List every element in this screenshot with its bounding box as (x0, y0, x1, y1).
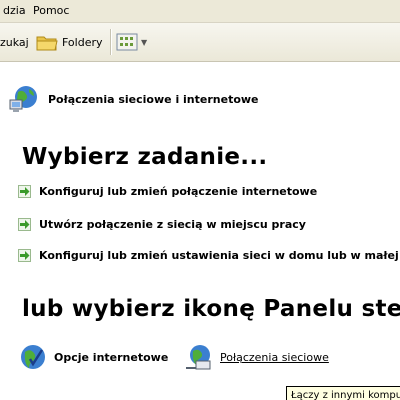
folders-button[interactable]: Foldery (36, 23, 103, 61)
green-arrow-icon (18, 249, 31, 262)
cp-item-label: Połączenia sieciowe (220, 350, 329, 364)
views-button[interactable]: ▼ (116, 23, 147, 61)
task-link-home-network[interactable]: Konfiguruj lub zmień ustawienia sieci w … (18, 249, 400, 262)
search-label: zukaj (0, 35, 29, 49)
task-pane-content: Połączenia sieciowe i internetowe Wybier… (0, 62, 400, 400)
menu-bar: dzia Pomoc (0, 0, 400, 23)
views-icon (116, 33, 138, 51)
category-title: Połączenia sieciowe i internetowe (48, 92, 259, 106)
control-panel-heading: lub wybierz ikonę Panelu sterowania (22, 296, 400, 322)
green-arrow-icon (18, 185, 31, 198)
task-label: Konfiguruj lub zmień połączenie internet… (39, 185, 318, 198)
cp-item-network-connections[interactable]: Połączenia sieciowe (184, 343, 329, 371)
chevron-down-icon: ▼ (141, 37, 148, 47)
category-header: Połączenia sieciowe i internetowe (8, 84, 259, 114)
menu-item-tools[interactable]: dzia (0, 0, 29, 22)
task-link-configure-internet[interactable]: Konfiguruj lub zmień połączenie internet… (18, 185, 317, 198)
menu-item-help[interactable]: Pomoc (30, 0, 72, 22)
network-connections-icon (184, 343, 214, 371)
toolbar-separator (110, 29, 112, 55)
search-button[interactable]: zukaj (0, 23, 29, 61)
internet-options-icon (18, 342, 48, 372)
pick-task-heading: Wybierz zadanie... (22, 144, 268, 170)
cp-item-internet-options[interactable]: Opcje internetowe (18, 342, 168, 372)
toolbar: zukaj Foldery ▼ (0, 23, 400, 62)
tooltip: Łączy z innymi komputerami (286, 386, 400, 400)
task-label: Konfiguruj lub zmień ustawienia sieci w … (39, 249, 400, 262)
cp-item-label: Opcje internetowe (54, 350, 169, 364)
network-globe-icon (8, 84, 42, 114)
folder-icon (36, 32, 58, 52)
green-arrow-icon (18, 218, 31, 231)
folders-label: Foldery (62, 35, 103, 49)
task-label: Utwórz połączenie z siecią w miejscu pra… (39, 218, 306, 231)
task-link-workplace-connection[interactable]: Utwórz połączenie z siecią w miejscu pra… (18, 218, 306, 231)
